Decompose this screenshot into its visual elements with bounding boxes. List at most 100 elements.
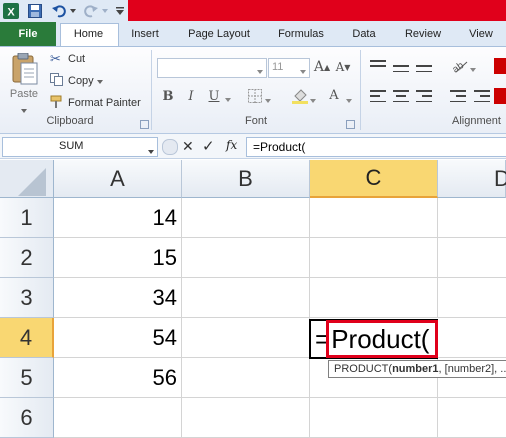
font-name-dropdown-icon	[257, 65, 263, 77]
align-right-icon[interactable]	[416, 90, 432, 102]
row-header-5[interactable]: 5	[0, 358, 54, 398]
font-color-dropdown-icon[interactable]	[346, 94, 352, 106]
cell-d2[interactable]	[438, 238, 506, 278]
shrink-font-button[interactable]: A ▼	[335, 58, 351, 76]
orientation-icon[interactable]: ab	[450, 57, 468, 76]
paste-button[interactable]: Paste	[6, 51, 42, 113]
customize-qat-icon[interactable]	[114, 2, 126, 20]
copy-dropdown-icon	[96, 75, 103, 87]
excel-logo-icon[interactable]: X	[2, 2, 20, 20]
cell-b4[interactable]	[182, 318, 310, 358]
font-name-combo[interactable]	[157, 58, 267, 78]
cell-d3[interactable]	[438, 278, 506, 318]
formula-input[interactable]: =Product(	[246, 137, 506, 157]
italic-button[interactable]: I	[183, 87, 199, 105]
insert-function-icon[interactable]: fx	[226, 138, 237, 152]
row-header-3[interactable]: 3	[0, 278, 54, 318]
borders-dropdown-icon[interactable]	[265, 94, 271, 106]
undo-icon[interactable]	[50, 2, 68, 20]
cell-b2[interactable]	[182, 238, 310, 278]
name-box-dropdown-icon[interactable]	[148, 145, 154, 157]
cell-c1[interactable]	[310, 198, 438, 238]
cell-c2[interactable]	[310, 238, 438, 278]
fill-color-dropdown-icon[interactable]	[310, 94, 316, 106]
cell-a5[interactable]: 56	[54, 358, 182, 398]
save-icon[interactable]	[26, 2, 44, 20]
row-header-1[interactable]: 1	[0, 198, 54, 238]
copy-icon	[50, 73, 66, 89]
redo-icon[interactable]	[82, 2, 100, 20]
bottom-align-icon[interactable]	[416, 60, 432, 72]
increase-indent-icon[interactable]	[474, 90, 490, 102]
function-argument-tooltip[interactable]: PRODUCT(number1, [number2], ...	[328, 360, 506, 378]
tab-data[interactable]: Data	[342, 22, 386, 46]
cell-a4[interactable]: 54	[54, 318, 182, 358]
bold-button[interactable]: B	[160, 87, 176, 105]
column-header-a[interactable]: A	[54, 160, 182, 198]
format-painter-label: Format Painter	[68, 97, 141, 109]
tab-formulas[interactable]: Formulas	[268, 22, 334, 46]
column-header-b[interactable]: B	[182, 160, 310, 198]
formula-buttons: ✕ ✓ fx	[160, 137, 244, 157]
redo-dropdown-icon[interactable]	[100, 2, 110, 20]
cell-b3[interactable]	[182, 278, 310, 318]
row-header-2[interactable]: 2	[0, 238, 54, 278]
function-highlight-box	[326, 320, 438, 358]
wrap-text-icon[interactable]	[494, 58, 506, 77]
tooltip-function-name: PRODUCT(	[334, 363, 393, 375]
tooltip-current-argument: number1	[392, 363, 439, 375]
enter-icon[interactable]: ✓	[202, 137, 215, 155]
cell-b1[interactable]	[182, 198, 310, 238]
orientation-dropdown-icon[interactable]	[470, 63, 476, 75]
font-size-combo[interactable]: 11	[268, 58, 310, 78]
shrink-arrow-icon: ▼	[344, 62, 351, 72]
clipboard-launcher-icon[interactable]	[140, 120, 149, 129]
tab-page-layout[interactable]: Page Layout	[178, 22, 260, 46]
underline-dropdown-icon[interactable]	[225, 93, 231, 105]
tab-home[interactable]: Home	[60, 22, 117, 46]
cell-a2[interactable]: 15	[54, 238, 182, 278]
undo-dropdown-icon[interactable]	[68, 2, 78, 20]
title-highlight-bar	[128, 0, 506, 21]
cell-b5[interactable]	[182, 358, 310, 398]
copy-button[interactable]: Copy	[50, 73, 103, 89]
grow-font-button[interactable]: A ▲	[314, 58, 330, 76]
format-painter-button[interactable]: Format Painter	[50, 95, 141, 111]
cell-c6[interactable]	[310, 398, 438, 438]
name-box[interactable]: SUM	[2, 137, 158, 157]
cell-d1[interactable]	[438, 198, 506, 238]
cell-a3[interactable]: 34	[54, 278, 182, 318]
cancel-icon[interactable]: ✕	[182, 138, 194, 155]
middle-align-icon[interactable]	[393, 60, 409, 72]
tab-view[interactable]: View	[458, 22, 504, 46]
tab-review[interactable]: Review	[396, 22, 450, 46]
tooltip-remaining-arguments: , [number2], ...	[438, 363, 506, 375]
row-header-4[interactable]: 4	[0, 318, 54, 358]
alignment-group-label: Alignment	[452, 115, 501, 127]
borders-icon[interactable]	[248, 89, 262, 106]
cut-button[interactable]: ✂ Cut	[50, 51, 85, 67]
row-header-6[interactable]: 6	[0, 398, 54, 438]
cell-d4[interactable]	[438, 318, 506, 358]
underline-button[interactable]: U	[206, 87, 222, 105]
font-color-button[interactable]: A	[326, 86, 342, 104]
align-left-icon[interactable]	[370, 90, 386, 102]
clipboard-group-label: Clipboard	[46, 115, 94, 127]
top-align-icon[interactable]	[370, 60, 386, 72]
merge-center-icon[interactable]	[494, 88, 506, 107]
tab-insert[interactable]: Insert	[121, 22, 169, 46]
cell-c3[interactable]	[310, 278, 438, 318]
align-center-icon[interactable]	[393, 90, 409, 102]
font-launcher-icon[interactable]	[346, 120, 355, 129]
cell-a1[interactable]: 14	[54, 198, 182, 238]
column-header-d[interactable]: D	[438, 160, 506, 198]
decrease-indent-icon[interactable]	[450, 90, 466, 102]
cell-a6[interactable]	[54, 398, 182, 438]
fill-color-icon[interactable]	[292, 88, 308, 107]
cell-d6[interactable]	[438, 398, 506, 438]
tab-file[interactable]: File	[0, 22, 56, 46]
column-header-c[interactable]: C	[310, 160, 438, 198]
formula-bar-grip-icon	[162, 139, 178, 155]
svg-text:ab: ab	[451, 60, 467, 73]
cell-b6[interactable]	[182, 398, 310, 438]
